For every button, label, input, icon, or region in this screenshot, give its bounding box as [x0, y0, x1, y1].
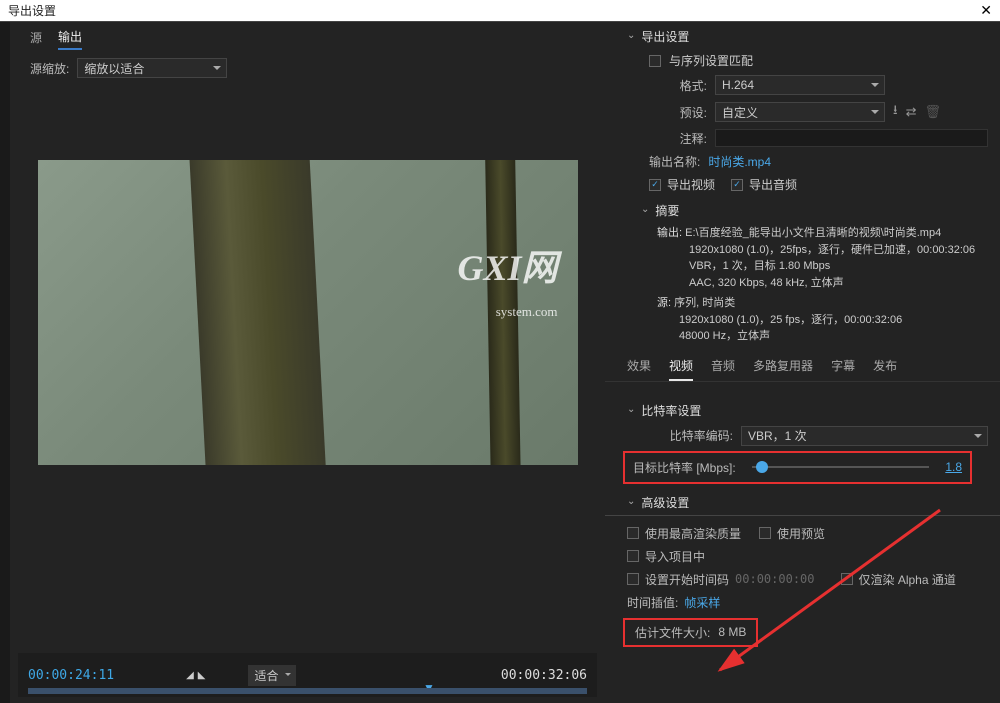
- estimated-size-highlight: 估计文件大小: 8 MB: [623, 618, 758, 647]
- close-icon[interactable]: ✕: [980, 2, 992, 19]
- delete-preset-icon: 🗑: [924, 104, 941, 120]
- max-quality-checkbox[interactable]: [627, 527, 639, 539]
- use-preview-checkbox[interactable]: [759, 527, 771, 539]
- summary-out-line4: AAC, 320 Kbps, 48 kHz, 立体声: [657, 275, 980, 292]
- timeline[interactable]: 00:00:24:11 ◢ ◣ 适合 ▼ 00:00:32:06: [18, 653, 597, 697]
- export-audio-checkbox[interactable]: [731, 179, 743, 191]
- summary-out-line2: 1920x1080 (1.0)，25fps，逐行，硬件已加速，00:00:32:…: [657, 242, 980, 259]
- summary-src-line1: 序列, 时尚类: [674, 297, 735, 309]
- alpha-only-checkbox[interactable]: [841, 573, 853, 585]
- use-preview-label: 使用预览: [777, 525, 825, 542]
- save-preset-icon[interactable]: ⭳: [893, 101, 898, 123]
- preset-label: 预设:: [667, 104, 707, 121]
- preset-select[interactable]: 自定义: [715, 102, 885, 122]
- timeline-track[interactable]: [28, 688, 587, 694]
- tab-output[interactable]: 输出: [58, 28, 82, 50]
- est-size-label: 估计文件大小:: [635, 624, 710, 641]
- tab-video[interactable]: 视频: [669, 357, 693, 381]
- bitrate-encoding-select[interactable]: VBR，1 次: [741, 426, 988, 446]
- start-tc-value: 00:00:00:00: [735, 572, 814, 586]
- tab-source[interactable]: 源: [30, 29, 42, 49]
- alpha-only-label: 仅渲染 Alpha 通道: [859, 571, 956, 588]
- video-preview: GXI网 system.com: [38, 160, 578, 465]
- output-filename-link[interactable]: 时尚类.mp4: [708, 153, 771, 170]
- import-project-checkbox[interactable]: [627, 550, 639, 562]
- preset-value: 自定义: [722, 104, 758, 121]
- summary-out-path: E:\百度经验_能导出小文件且清晰的视频\时尚类.mp4: [685, 227, 941, 239]
- max-quality-label: 使用最高渲染质量: [645, 525, 741, 542]
- bitrate-encoding-value: VBR，1 次: [748, 427, 807, 444]
- export-audio-label: 导出音频: [749, 176, 797, 193]
- scale-select[interactable]: 缩放以适合: [77, 58, 227, 78]
- bitrate-encoding-label: 比特率编码:: [661, 427, 733, 444]
- match-sequence-label: 与序列设置匹配: [669, 52, 753, 69]
- target-bitrate-highlight: 目标比特率 [Mbps]: 1.8: [623, 451, 972, 484]
- zoom-fit-value: 适合: [255, 669, 279, 683]
- summary-out-line3: VBR，1 次，目标 1.80 Mbps: [657, 258, 980, 275]
- out-point-icon[interactable]: ◣: [198, 670, 206, 681]
- import-project-label: 导入项目中: [645, 548, 705, 565]
- export-video-checkbox[interactable]: [649, 179, 661, 191]
- target-bitrate-value[interactable]: 1.8: [945, 460, 962, 474]
- chevron-down-icon[interactable]: ⌄: [641, 204, 649, 215]
- format-value: H.264: [722, 78, 754, 92]
- format-label: 格式:: [667, 77, 707, 94]
- interp-value[interactable]: 帧采样: [684, 594, 720, 611]
- start-tc-label: 设置开始时间码: [645, 571, 729, 588]
- comment-input[interactable]: [715, 129, 988, 147]
- tab-publish[interactable]: 发布: [873, 357, 897, 381]
- tab-caption[interactable]: 字幕: [831, 357, 855, 381]
- est-size-value: 8 MB: [718, 625, 746, 639]
- comment-label: 注释:: [667, 130, 707, 147]
- watermark-small: system.com: [496, 304, 558, 319]
- summary-heading: 摘要: [655, 202, 679, 219]
- match-sequence-checkbox[interactable]: [649, 55, 661, 67]
- export-video-label: 导出视频: [667, 176, 715, 193]
- tab-effects[interactable]: 效果: [627, 357, 651, 381]
- summary-src-line3: 48000 Hz，立体声: [657, 328, 980, 345]
- timecode-duration: 00:00:32:06: [501, 668, 587, 683]
- bitrate-heading: 比特率设置: [641, 402, 701, 419]
- export-settings-heading: 导出设置: [641, 28, 689, 45]
- summary-block: 输出: E:\百度经验_能导出小文件且清晰的视频\时尚类.mp4 1920x10…: [605, 223, 1000, 351]
- tab-audio[interactable]: 音频: [711, 357, 735, 381]
- chevron-down-icon[interactable]: ⌄: [627, 496, 635, 507]
- scale-value: 缩放以适合: [84, 60, 144, 77]
- format-select[interactable]: H.264: [715, 75, 885, 95]
- scale-label: 源缩放:: [30, 60, 69, 77]
- target-bitrate-label: 目标比特率 [Mbps]:: [633, 459, 736, 476]
- target-bitrate-slider[interactable]: [752, 466, 930, 468]
- summary-src-label: 源:: [657, 297, 671, 309]
- zoom-fit-select[interactable]: 适合: [248, 665, 296, 686]
- chevron-down-icon[interactable]: ⌄: [627, 30, 635, 41]
- start-tc-checkbox[interactable]: [627, 573, 639, 585]
- left-gutter: [0, 22, 10, 703]
- in-point-icon[interactable]: ◢: [186, 670, 194, 681]
- chevron-down-icon[interactable]: ⌄: [627, 404, 635, 415]
- watermark: GXI网 system.com: [457, 250, 557, 322]
- outname-label: 输出名称:: [649, 153, 700, 170]
- summary-src-line2: 1920x1080 (1.0)，25 fps，逐行，00:00:32:06: [657, 312, 980, 329]
- advanced-heading: 高级设置: [641, 494, 689, 511]
- tab-mux[interactable]: 多路复用器: [753, 357, 813, 381]
- watermark-big: GXI网: [457, 248, 557, 288]
- summary-out-label: 输出:: [657, 227, 682, 239]
- slider-thumb[interactable]: [756, 461, 768, 473]
- import-preset-icon[interactable]: ⇄: [906, 104, 917, 120]
- timecode-current[interactable]: 00:00:24:11: [28, 668, 114, 683]
- window-title: 导出设置: [8, 2, 56, 19]
- interp-label: 时间插值:: [627, 594, 678, 611]
